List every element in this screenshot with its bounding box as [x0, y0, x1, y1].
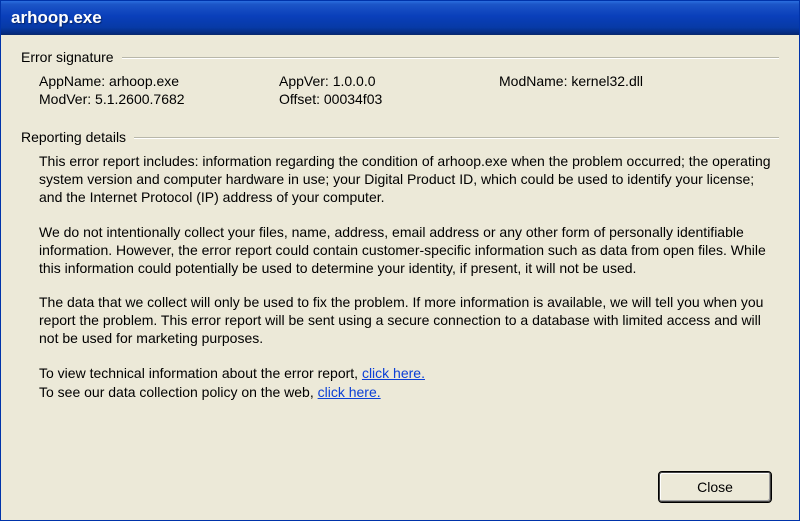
reporting-paragraph-2: We do not intentionally collect your fil…: [39, 224, 771, 278]
reporting-details-body: This error report includes: information …: [21, 151, 779, 402]
reporting-details-legend-row: Reporting details: [21, 129, 779, 145]
app-ver-value: AppVer: 1.0.0.0: [279, 73, 499, 89]
technical-info-prefix: To view technical information about the …: [39, 365, 362, 381]
reporting-paragraph-1: This error report includes: information …: [39, 153, 771, 207]
mod-name-value: ModName: kernel32.dll: [499, 73, 779, 89]
app-name-value: AppName: arhoop.exe: [39, 73, 279, 89]
dialog-window: arhoop.exe Error signature AppName: arho…: [0, 0, 800, 521]
divider: [134, 137, 779, 139]
window-title: arhoop.exe: [11, 8, 102, 28]
divider: [122, 57, 779, 59]
client-area: Error signature AppName: arhoop.exe AppV…: [1, 35, 799, 520]
reporting-details-legend: Reporting details: [21, 129, 134, 145]
error-signature-legend-row: Error signature: [21, 49, 779, 65]
offset-value: Offset: 00034f03: [279, 91, 499, 107]
policy-line: To see our data collection policy on the…: [39, 384, 771, 402]
reporting-details-group: Reporting details This error report incl…: [21, 129, 779, 402]
error-signature-grid: AppName: arhoop.exe AppVer: 1.0.0.0 ModN…: [21, 71, 779, 115]
error-signature-group: Error signature AppName: arhoop.exe AppV…: [21, 49, 779, 115]
technical-info-line: To view technical information about the …: [39, 365, 771, 383]
policy-prefix: To see our data collection policy on the…: [39, 384, 318, 400]
error-signature-legend: Error signature: [21, 49, 122, 65]
button-row: Close: [659, 472, 771, 502]
mod-ver-value: ModVer: 5.1.2600.7682: [39, 91, 279, 107]
technical-info-link[interactable]: click here.: [362, 365, 425, 381]
titlebar[interactable]: arhoop.exe: [1, 1, 799, 35]
data-policy-link[interactable]: click here.: [318, 384, 381, 400]
reporting-paragraph-3: The data that we collect will only be us…: [39, 294, 771, 348]
close-button[interactable]: Close: [659, 472, 771, 502]
